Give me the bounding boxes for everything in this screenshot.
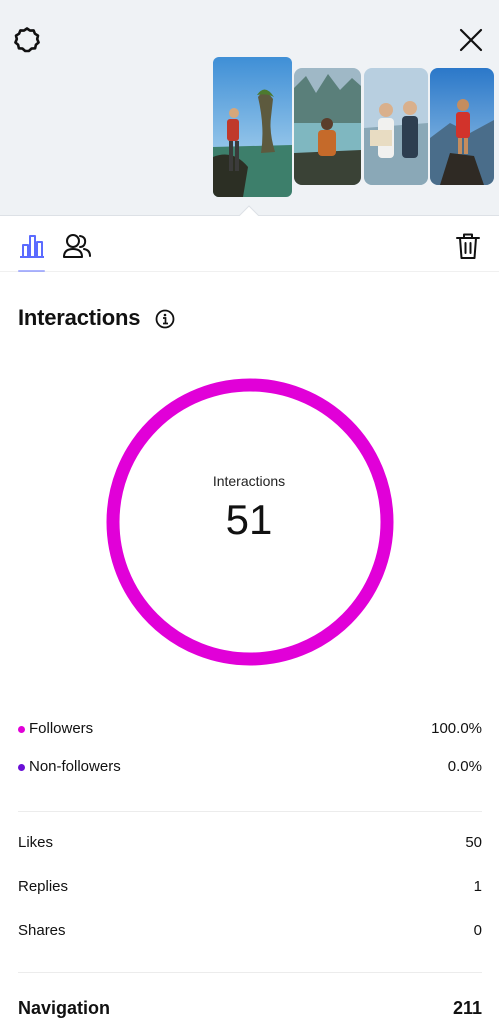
photo-thumbnail-1[interactable] [213, 57, 292, 197]
divider [18, 972, 482, 973]
navigation-value: 211 [452, 998, 482, 1018]
trash-icon[interactable] [455, 232, 481, 260]
insights-tabs [0, 216, 499, 272]
metric-value: 50 [465, 834, 482, 851]
active-tab-indicator [18, 270, 45, 272]
legend-dot-non-followers [18, 764, 25, 771]
metric-label: Likes [18, 834, 54, 851]
info-icon[interactable] [155, 309, 175, 329]
metric-label: Shares [18, 922, 66, 939]
section-title: Interactions [18, 305, 141, 330]
navigation-row[interactable]: Navigation 211 [18, 998, 482, 1022]
legend-value: 0.0% [447, 758, 482, 775]
metric-value: 0 [473, 922, 482, 939]
close-icon[interactable] [455, 24, 487, 56]
donut-center-value: 51 [225, 496, 273, 543]
photo-thumbnail-3[interactable] [364, 68, 428, 185]
metric-row-shares: Shares 0 [18, 921, 482, 943]
navigation-label: Navigation [18, 998, 111, 1018]
photo-thumbnail-2[interactable] [294, 68, 361, 185]
metric-row-replies: Replies 1 [18, 877, 482, 899]
photo-thumbnail-4[interactable] [430, 68, 494, 185]
legend-dot-followers [18, 726, 25, 733]
legend-label: Followers [29, 720, 94, 737]
legend-row-followers: Followers 100.0% [18, 719, 482, 741]
bar-chart-icon[interactable] [18, 232, 46, 260]
divider [18, 811, 482, 812]
media-header [0, 0, 499, 217]
legend-label: Non-followers [29, 758, 121, 775]
people-icon[interactable] [62, 232, 92, 260]
legend-value: 100.0% [431, 720, 482, 737]
gear-icon[interactable] [12, 25, 42, 55]
metric-value: 1 [473, 878, 482, 895]
metric-label: Replies [18, 878, 69, 895]
legend-row-non-followers: Non-followers 0.0% [18, 757, 482, 779]
metric-row-likes: Likes 50 [18, 833, 482, 855]
donut-center-label: Interactions [212, 473, 286, 489]
